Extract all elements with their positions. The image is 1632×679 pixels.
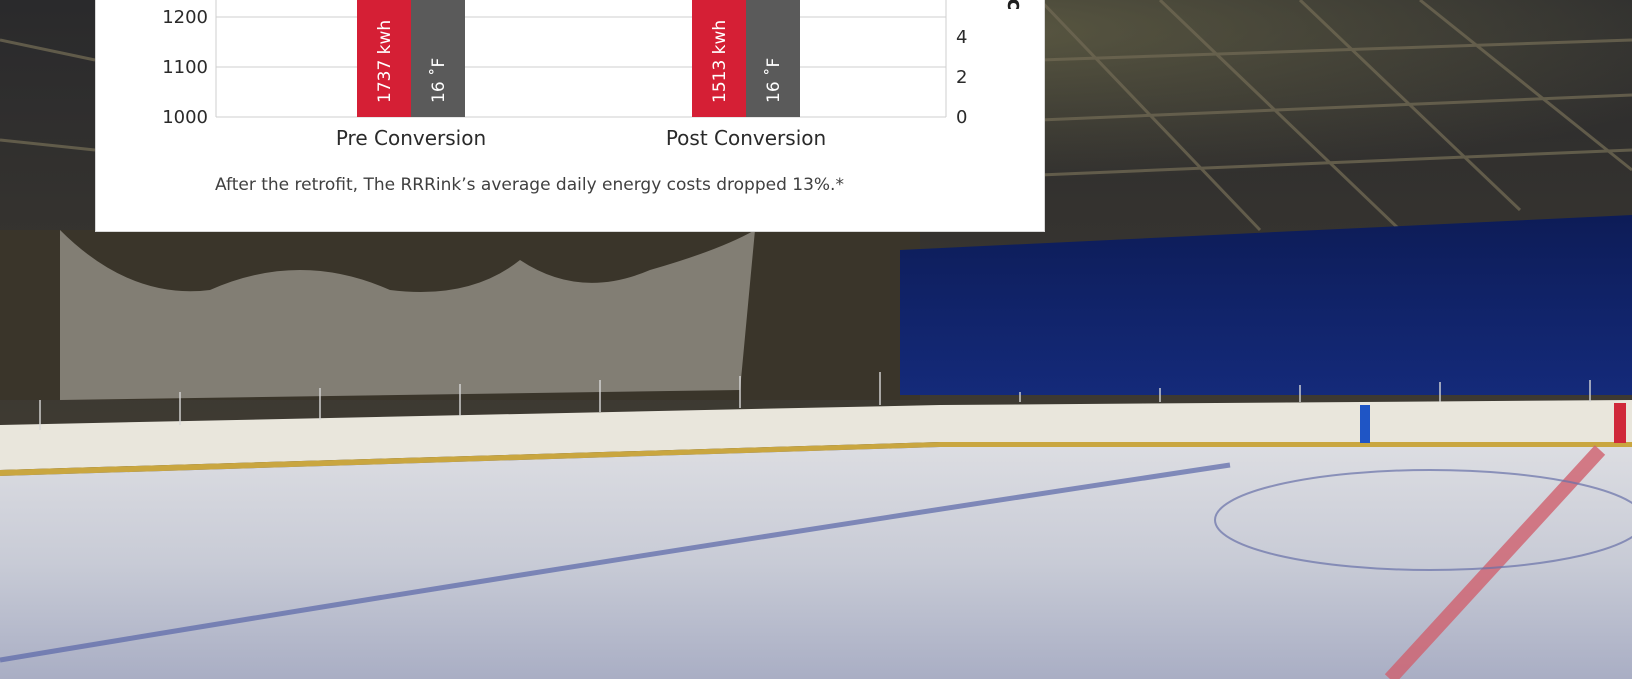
category-label: Pre Conversion bbox=[336, 126, 486, 150]
energy-bar-label: 1737 kwh bbox=[375, 20, 395, 103]
temperature-bar-label: 16 ˚F bbox=[763, 58, 784, 103]
chart-caption: After the retrofit, The RRRink’s average… bbox=[215, 175, 844, 195]
left-tick-label: 1100 bbox=[162, 57, 208, 78]
right-axis-title: Ic bbox=[1003, 0, 1027, 10]
right-tick-label: 0 bbox=[956, 107, 967, 128]
temperature-bar-label: 16 ˚F bbox=[428, 58, 449, 103]
left-tick-label: 1200 bbox=[162, 7, 208, 28]
left-tick-label: 1000 bbox=[162, 107, 208, 128]
right-tick-label: 2 bbox=[956, 67, 967, 88]
right-tick-label: 4 bbox=[956, 27, 967, 48]
chart-card: 1000 1100 1200 0 2 4 1737 kwh 16 ˚F Pre Conversi… bbox=[95, 0, 1045, 232]
energy-comparison-chart: 1000 1100 1200 0 2 4 1737 kwh 16 ˚F Pre Conversi… bbox=[162, 0, 1027, 150]
energy-bar-label: 1513 kwh bbox=[710, 20, 730, 103]
category-label: Post Conversion bbox=[666, 126, 826, 150]
